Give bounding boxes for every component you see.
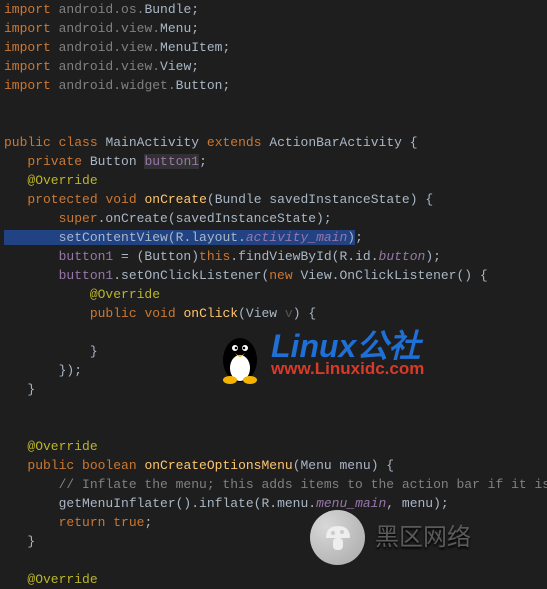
code-line: getMenuInflater().inflate(R.menu.menu_ma… (4, 496, 449, 511)
code-line: import android.view.Menu; (4, 21, 199, 36)
code-line: import android.view.MenuItem; (4, 40, 230, 55)
code-line: setContentView(R.layout.activity_main); (4, 230, 363, 245)
code-line (4, 401, 12, 416)
code-line: protected void onCreate(Bundle savedInst… (4, 192, 433, 207)
code-line: } (4, 382, 35, 397)
code-line: return true; (4, 515, 152, 530)
code-line (4, 553, 12, 568)
code-line (4, 116, 12, 131)
code-line: super.onCreate(savedInstanceState); (4, 211, 332, 226)
code-line: public void onClick(View v) { (4, 306, 316, 321)
code-line: import android.widget.Button; (4, 78, 230, 93)
code-line: button1.setOnClickListener(new View.OnCl… (4, 268, 488, 283)
code-line: @Override (4, 173, 98, 188)
code-line: import android.view.View; (4, 59, 199, 74)
code-line: import android.os.Bundle; (4, 2, 199, 17)
code-line: button1 = (Button)this.findViewById(R.id… (4, 249, 441, 264)
code-line: } (4, 344, 98, 359)
code-line: private Button button1; (4, 154, 207, 169)
code-editor: import android.os.Bundle; import android… (0, 0, 547, 589)
code-line: public boolean onCreateOptionsMenu(Menu … (4, 458, 394, 473)
code-line: @Override (4, 287, 160, 302)
code-line: @Override (4, 572, 98, 587)
code-line (4, 420, 12, 435)
code-line: @Override (4, 439, 98, 454)
code-line: // Inflate the menu; this adds items to … (4, 477, 547, 492)
code-line: public class MainActivity extends Action… (4, 135, 418, 150)
code-line: }); (4, 363, 82, 378)
code-line (4, 97, 12, 112)
code-line: } (4, 534, 35, 549)
code-line (4, 325, 12, 340)
